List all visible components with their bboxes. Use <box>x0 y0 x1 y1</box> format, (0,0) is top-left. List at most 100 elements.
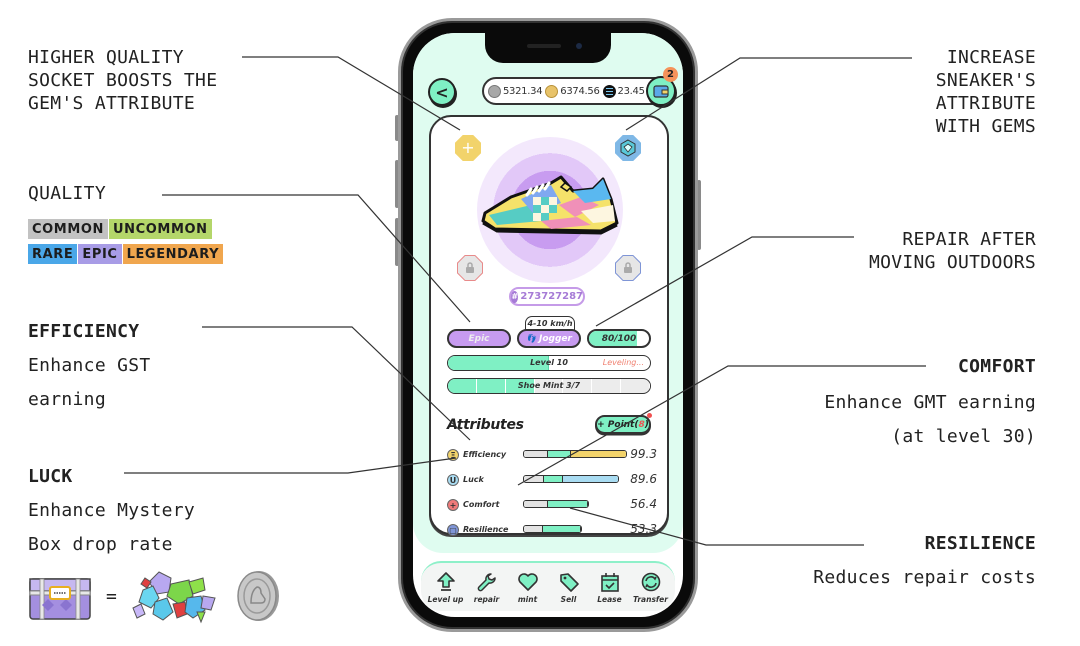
attribute-row-comfort: + Comfort 56.4 <box>447 497 657 515</box>
wallet-icon <box>653 84 669 98</box>
efficiency-annotation-desc-1: Enhance GST <box>28 355 151 376</box>
attribute-bar-gem-segment <box>543 526 581 532</box>
phone-frame: < 5321.34 6374.56 23.45 2 + # 273727287 … <box>398 18 698 632</box>
socket-top-right-gem[interactable] <box>615 135 641 161</box>
plus-icon: + <box>461 138 475 157</box>
shoe-mint-bar: Shoe Mint 3/7 <box>447 378 651 394</box>
efficiency-annotation-title: EFFICIENCY <box>28 321 140 342</box>
calendar-check-icon <box>600 572 619 592</box>
quality-tag-common: COMMON <box>28 219 108 239</box>
lock-icon <box>624 262 632 273</box>
level-up-button[interactable]: Level up <box>426 571 466 604</box>
mystery-box-equation: = <box>28 568 281 624</box>
attribute-value: 53.3 <box>630 522 657 536</box>
attribute-bar <box>523 500 589 508</box>
camera <box>576 43 582 49</box>
attribute-name: Luck <box>463 475 484 484</box>
balance-sol: 23.45 <box>602 84 645 98</box>
speed-range-tag: 4-10 km/h <box>525 316 575 330</box>
attribute-name: Comfort <box>463 500 500 509</box>
attribute-bar-base-segment <box>524 476 544 482</box>
attribute-value: 56.4 <box>630 497 657 511</box>
attribute-comfort-icon: + <box>447 499 459 511</box>
attribute-bar-base-segment <box>524 451 549 457</box>
attribute-name: Efficiency <box>463 450 507 459</box>
add-point-button[interactable]: + Point(8) <box>595 415 651 434</box>
mystery-box-icon <box>29 578 91 620</box>
footprints-icon: 👣 <box>526 334 536 343</box>
sneaker-image <box>481 175 619 235</box>
chevron-left-icon: < <box>435 82 449 102</box>
mint-label: mint <box>517 594 538 604</box>
attribute-bar-bonus-segment <box>562 476 618 482</box>
luck-annotation-title: LUCK <box>28 466 73 487</box>
socket-annotation-line-3: GEM'S ATTRIBUTE <box>28 93 196 114</box>
repair-annotation-line-1: REPAIR AFTER <box>902 229 1036 250</box>
gems-annotation: INCREASE SNEAKER'S ATTRIBUTE WITH GEMS <box>936 46 1036 138</box>
repair-label: repair <box>473 594 500 604</box>
add-point-prefix: + Point( <box>597 419 639 430</box>
lease-button[interactable]: Lease <box>590 571 630 604</box>
socket-bottom-left-locked[interactable] <box>457 255 483 281</box>
quality-tag-rare: RARE <box>28 244 78 264</box>
attribute-name: Resilience <box>463 525 509 534</box>
level-progress-bar: Level 10 Leveling... <box>447 355 651 371</box>
attribute-bar-gem-segment <box>547 501 588 507</box>
attribute-bar-bonus-segment <box>570 451 626 457</box>
mint-button[interactable]: mint <box>508 571 548 604</box>
notch <box>485 33 611 63</box>
transfer-cycle-icon <box>641 572 660 591</box>
lock-icon <box>466 262 474 273</box>
sell-label: Sell <box>560 594 577 604</box>
resilience-annotation-title: RESILIENCE <box>924 533 1036 554</box>
comfort-annotation: COMFORT Enhance GMT earning (at level 30… <box>824 355 1036 454</box>
add-point-suffix: ) <box>644 419 649 430</box>
attribute-row-resilience: ▢ Resilience 53.3 <box>447 522 657 540</box>
socket-bottom-right-locked[interactable] <box>615 255 641 281</box>
repair-annotation-line-2: MOVING OUTDOORS <box>868 252 1036 273</box>
sell-button[interactable]: Sell <box>549 571 589 604</box>
quality-tag-uncommon: UNCOMMON <box>109 219 212 239</box>
gem-icon <box>620 139 636 157</box>
socket-annotation-line-2: SOCKET BOOSTS THE <box>28 70 218 91</box>
attribute-value: 99.3 <box>630 447 657 461</box>
comfort-annotation-desc-1: Enhance GMT earning <box>824 392 1036 413</box>
quality-tag-epic: EPIC <box>78 244 122 264</box>
balance-gmt: 5321.34 <box>488 84 543 98</box>
balance-sol-value: 23.45 <box>617 85 645 97</box>
attribute-bar-base-segment <box>524 526 544 532</box>
wallet-notification-badge: 2 <box>663 67 678 82</box>
socket-top-left-add[interactable]: + <box>455 135 481 161</box>
sol-coin-icon <box>602 84 616 98</box>
wallet-balance-bar: 5321.34 6374.56 23.45 <box>482 77 670 105</box>
transfer-button[interactable]: Transfer <box>631 571 671 604</box>
attributes-title: Attributes <box>447 417 524 433</box>
quality-tags: COMMON UNCOMMON RARE EPIC LEGENDARY <box>28 218 268 268</box>
luck-annotation: LUCK Enhance Mystery Box drop rate <box>28 465 195 562</box>
gems-annotation-line-2: SNEAKER'S <box>935 70 1036 91</box>
attribute-bar <box>523 475 619 483</box>
efficiency-annotation-desc-2: earning <box>28 389 106 410</box>
attribute-value: 89.6 <box>630 472 657 486</box>
back-button[interactable]: < <box>428 78 456 106</box>
resilience-annotation-desc-1: Reduces repair costs <box>813 567 1036 588</box>
repair-button[interactable]: repair <box>467 571 507 604</box>
luck-annotation-desc-2: Box drop rate <box>28 534 173 555</box>
socket-annotation: HIGHER QUALITY SOCKET BOOSTS THE GEM'S A… <box>28 46 217 115</box>
attribute-efficiency-icon: Ξ <box>447 449 459 461</box>
balance-gst: 6374.56 <box>545 84 600 98</box>
shoe-mint-label: Shoe Mint 3/7 <box>517 381 581 390</box>
gems-annotation-line-4: WITH GEMS <box>935 116 1036 137</box>
attribute-bar-gem-segment <box>548 451 571 457</box>
sneaker-card: + # 273727287 4-10 km/h Epic 👣 Jogger 80… <box>429 115 669 536</box>
balance-gmt-value: 5321.34 <box>503 85 543 97</box>
transfer-label: Transfer <box>633 594 668 604</box>
repair-annotation: REPAIR AFTER MOVING OUTDOORS <box>869 228 1036 274</box>
speaker <box>527 44 561 48</box>
sneaker-id-badge: # 273727287 <box>509 287 585 306</box>
durability-label: 80/100 <box>601 333 637 344</box>
quality-tag-legendary: LEGENDARY <box>122 244 224 264</box>
attribute-bar-base-segment <box>524 501 548 507</box>
level-up-label: Level up <box>427 594 464 604</box>
socket-annotation-line-1: HIGHER QUALITY <box>28 47 184 68</box>
